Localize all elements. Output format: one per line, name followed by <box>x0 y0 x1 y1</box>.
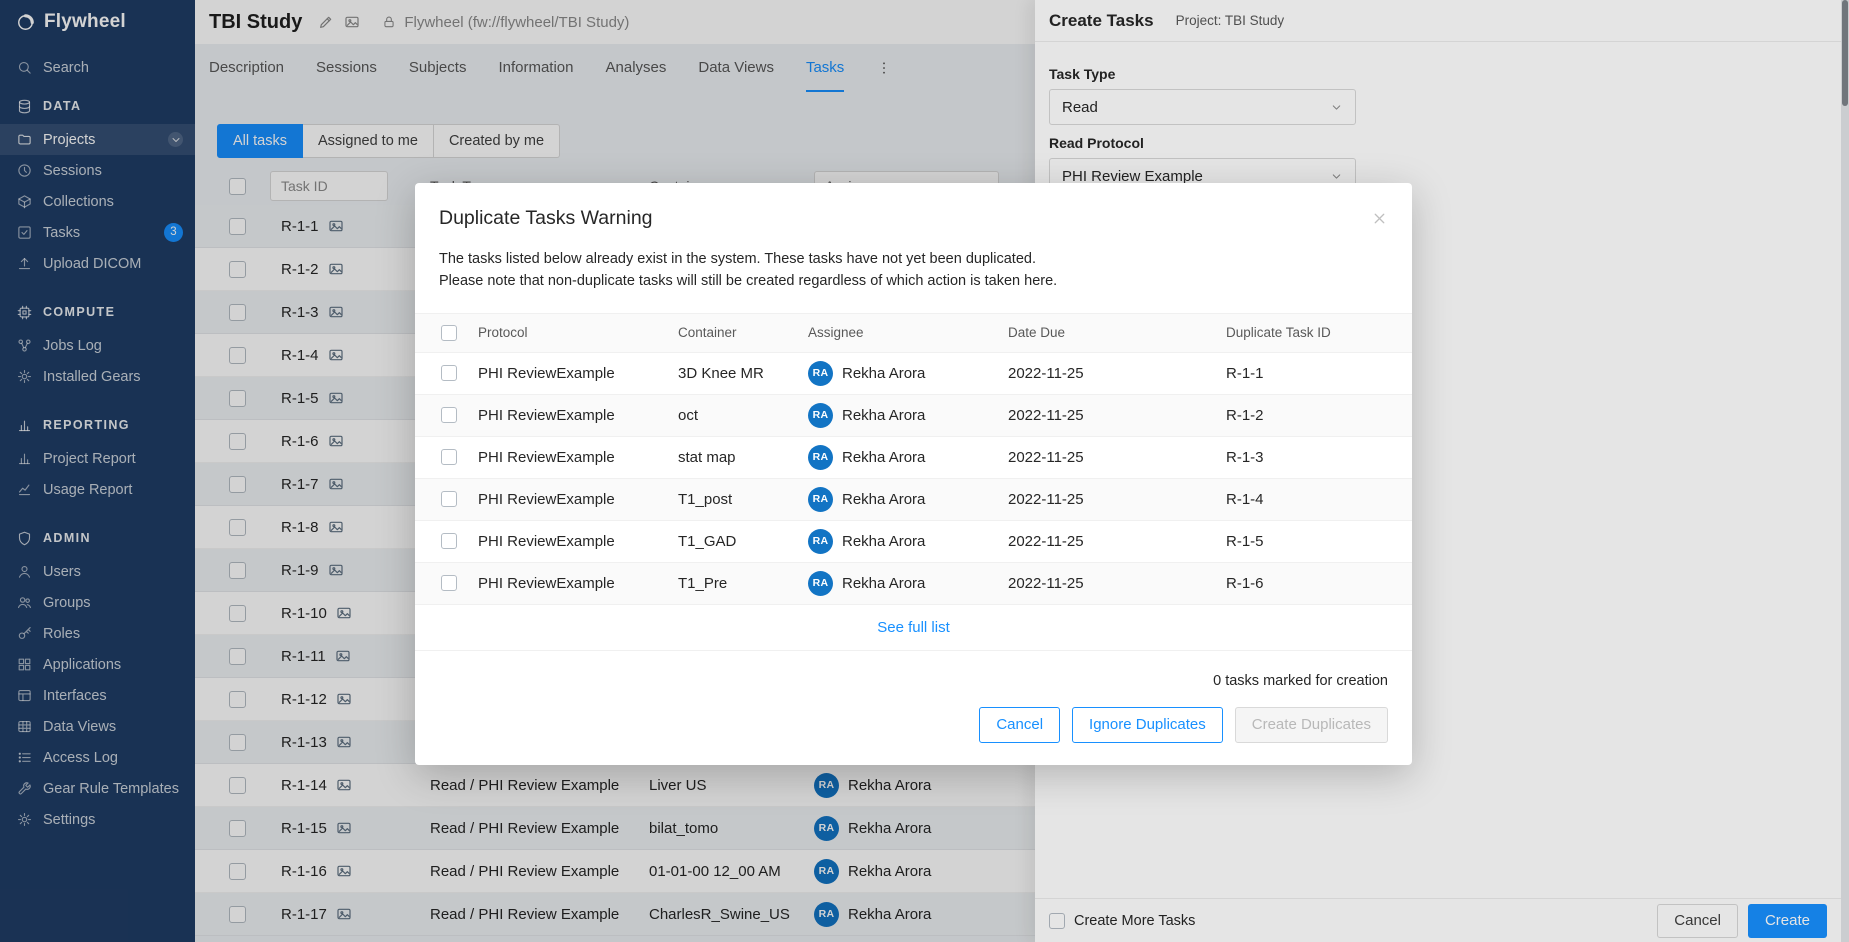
assignee-name: Rekha Arora <box>842 575 925 592</box>
container: T1_post <box>678 491 808 508</box>
duplicate-task-id: R-1-5 <box>1226 533 1412 550</box>
duplicate-task-row: PHI ReviewExample T1_post RA Rekha Arora… <box>415 479 1412 521</box>
column-protocol: Protocol <box>478 325 678 340</box>
duplicate-task-row: PHI ReviewExample T1_GAD RA Rekha Arora … <box>415 521 1412 563</box>
modal-title: Duplicate Tasks Warning <box>439 207 653 230</box>
create-duplicates-button[interactable]: Create Duplicates <box>1235 707 1388 743</box>
modal-select-all-checkbox[interactable] <box>441 325 457 341</box>
date-due: 2022-11-25 <box>1008 449 1226 466</box>
container: T1_Pre <box>678 575 808 592</box>
see-full-list-link[interactable]: See full list <box>877 619 950 636</box>
app-root: Flywheel Search DATA Projects Sessions C… <box>0 0 1849 942</box>
column-assignee: Assignee <box>808 325 1008 340</box>
date-due: 2022-11-25 <box>1008 575 1226 592</box>
duplicate-table-body: PHI ReviewExample 3D Knee MR RA Rekha Ar… <box>415 353 1412 605</box>
assignee: RA Rekha Arora <box>808 571 1008 596</box>
duplicate-task-row: PHI ReviewExample stat map RA Rekha Aror… <box>415 437 1412 479</box>
duplicate-task-row: PHI ReviewExample T1_Pre RA Rekha Arora … <box>415 563 1412 605</box>
protocol: PHI ReviewExample <box>478 449 678 466</box>
date-due: 2022-11-25 <box>1008 407 1226 424</box>
duplicate-task-id: R-1-2 <box>1226 407 1412 424</box>
duplicate-task-row: PHI ReviewExample oct RA Rekha Arora 202… <box>415 395 1412 437</box>
duplicate-task-id: R-1-6 <box>1226 575 1412 592</box>
modal-description: The tasks listed below already exist in … <box>415 230 1412 293</box>
assignee: RA Rekha Arora <box>808 361 1008 386</box>
container: oct <box>678 407 808 424</box>
assignee-name: Rekha Arora <box>842 407 925 424</box>
container: T1_GAD <box>678 533 808 550</box>
assignee: RA Rekha Arora <box>808 529 1008 554</box>
column-duplicate-task-id: Duplicate Task ID <box>1226 325 1412 340</box>
date-due: 2022-11-25 <box>1008 365 1226 382</box>
row-checkbox[interactable] <box>441 491 457 507</box>
row-checkbox[interactable] <box>441 449 457 465</box>
assignee: RA Rekha Arora <box>808 403 1008 428</box>
duplicate-task-id: R-1-1 <box>1226 365 1412 382</box>
modal-footer: Cancel Ignore Duplicates Create Duplicat… <box>415 689 1412 765</box>
avatar: RA <box>808 361 833 386</box>
modal-cancel-button[interactable]: Cancel <box>979 707 1060 743</box>
assignee: RA Rekha Arora <box>808 487 1008 512</box>
assignee-name: Rekha Arora <box>842 491 925 508</box>
protocol: PHI ReviewExample <box>478 575 678 592</box>
protocol: PHI ReviewExample <box>478 533 678 550</box>
duplicate-table-header: Protocol Container Assignee Date Due Dup… <box>415 313 1412 353</box>
avatar: RA <box>808 445 833 470</box>
assignee-name: Rekha Arora <box>842 533 925 550</box>
avatar: RA <box>808 529 833 554</box>
close-icon[interactable] <box>1371 210 1388 227</box>
column-container: Container <box>678 325 808 340</box>
tasks-marked-count: 0 tasks marked for creation <box>415 651 1412 689</box>
assignee-name: Rekha Arora <box>842 449 925 466</box>
duplicate-task-id: R-1-4 <box>1226 491 1412 508</box>
duplicate-task-row: PHI ReviewExample 3D Knee MR RA Rekha Ar… <box>415 353 1412 395</box>
avatar: RA <box>808 571 833 596</box>
row-checkbox[interactable] <box>441 365 457 381</box>
container: stat map <box>678 449 808 466</box>
duplicate-tasks-warning-modal: Duplicate Tasks Warning The tasks listed… <box>415 183 1412 765</box>
duplicate-task-id: R-1-3 <box>1226 449 1412 466</box>
protocol: PHI ReviewExample <box>478 365 678 382</box>
avatar: RA <box>808 487 833 512</box>
avatar: RA <box>808 403 833 428</box>
assignee-name: Rekha Arora <box>842 365 925 382</box>
protocol: PHI ReviewExample <box>478 491 678 508</box>
assignee: RA Rekha Arora <box>808 445 1008 470</box>
duplicate-tasks-table: Protocol Container Assignee Date Due Dup… <box>415 313 1412 651</box>
row-checkbox[interactable] <box>441 575 457 591</box>
date-due: 2022-11-25 <box>1008 533 1226 550</box>
row-checkbox[interactable] <box>441 533 457 549</box>
protocol: PHI ReviewExample <box>478 407 678 424</box>
ignore-duplicates-button[interactable]: Ignore Duplicates <box>1072 707 1223 743</box>
date-due: 2022-11-25 <box>1008 491 1226 508</box>
column-date-due: Date Due <box>1008 325 1226 340</box>
row-checkbox[interactable] <box>441 407 457 423</box>
container: 3D Knee MR <box>678 365 808 382</box>
